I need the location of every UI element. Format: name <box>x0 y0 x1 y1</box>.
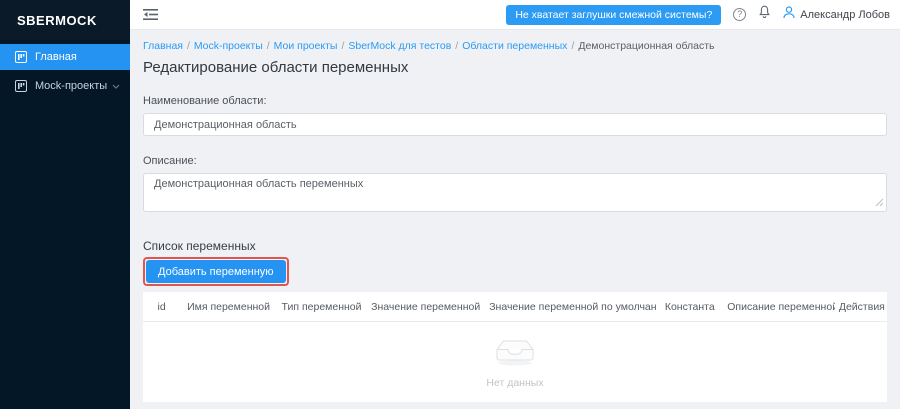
topbar: Не хватает заглушки смежной системы? ? А… <box>130 0 900 30</box>
breadcrumb-current: Демонстрационная область <box>578 40 715 52</box>
breadcrumb-separator: / <box>341 40 345 52</box>
sidebar-item-mock-projects[interactable]: Mock-проекты <box>0 73 130 99</box>
column-header-default-value: Значение переменной по умолчанию <box>489 300 657 313</box>
project-icon <box>15 80 27 92</box>
user-name: Александр Лобов <box>800 8 890 21</box>
area-name-input[interactable] <box>143 113 887 136</box>
breadcrumb-link[interactable]: Mock-проекты <box>194 40 263 52</box>
description-label: Описание: <box>143 155 197 167</box>
bell-icon[interactable] <box>758 5 771 24</box>
empty-state-text: Нет данных <box>486 376 544 389</box>
empty-state: Нет данных <box>143 322 887 402</box>
column-header-value: Значение переменной <box>371 300 481 313</box>
breadcrumb-separator: / <box>571 40 575 52</box>
project-icon <box>15 51 27 63</box>
breadcrumb-link[interactable]: SberMock для тестов <box>348 40 451 52</box>
breadcrumb-separator: / <box>455 40 459 52</box>
breadcrumb-link[interactable]: Области переменных <box>462 40 567 52</box>
user-menu[interactable]: Александр Лобов <box>783 5 890 24</box>
column-header-id: id <box>157 300 166 313</box>
breadcrumb-link[interactable]: Главная <box>143 40 183 52</box>
page-title: Редактирование области переменных <box>143 59 409 76</box>
user-icon <box>783 5 795 24</box>
menu-fold-icon[interactable] <box>143 8 158 21</box>
column-header-name: Имя переменной <box>187 300 271 313</box>
breadcrumb-separator: / <box>186 40 190 52</box>
description-field-wrap: Демонстрационная область переменных <box>143 173 887 217</box>
app-logo: SBERMOCK <box>0 0 130 40</box>
missing-stub-button[interactable]: Не хватает заглушки смежной системы? <box>506 4 722 25</box>
breadcrumb-link[interactable]: Мои проекты <box>274 40 338 52</box>
highlight-annotation: Добавить переменную <box>143 257 289 286</box>
variables-list-label: Список переменных <box>143 239 256 253</box>
sidebar-nav: Главная Mock-проекты <box>0 44 130 102</box>
empty-box-icon <box>495 336 535 371</box>
sidebar: SBERMOCK Главная Mock-проекты <box>0 0 130 409</box>
help-icon[interactable]: ? <box>733 8 747 21</box>
main-area: Не хватает заглушки смежной системы? ? А… <box>130 0 900 409</box>
sidebar-item-label: Главная <box>35 51 77 63</box>
description-textarea[interactable]: Демонстрационная область переменных <box>143 173 887 212</box>
column-header-actions: Действия <box>838 300 885 313</box>
content: Главная / Mock-проекты / Мои проекты / SberMoc… <box>130 30 900 409</box>
add-variable-button[interactable]: Добавить переменную <box>146 260 286 283</box>
area-name-label: Наименование области: <box>143 95 267 107</box>
column-header-type: Тип переменной <box>281 300 362 313</box>
topbar-right: Не хватает заглушки смежной системы? ? А… <box>506 4 890 25</box>
app-window: SBERMOCK Главная Mock-проекты Не хватает… <box>0 0 900 409</box>
sidebar-item-main[interactable]: Главная <box>0 44 130 70</box>
variables-table: id Имя переменной Тип переменной Значени… <box>143 292 887 402</box>
sidebar-item-label: Mock-проекты <box>35 80 108 92</box>
table-header-row: id Имя переменной Тип переменной Значени… <box>143 292 887 322</box>
chevron-down-icon <box>112 84 120 89</box>
breadcrumb-separator: / <box>266 40 270 52</box>
column-header-description: Описание переменной <box>727 300 835 313</box>
breadcrumb: Главная / Mock-проекты / Мои проекты / SberMoc… <box>143 40 887 52</box>
column-header-constant: Константа <box>664 300 715 313</box>
resize-handle-icon[interactable] <box>875 194 884 212</box>
